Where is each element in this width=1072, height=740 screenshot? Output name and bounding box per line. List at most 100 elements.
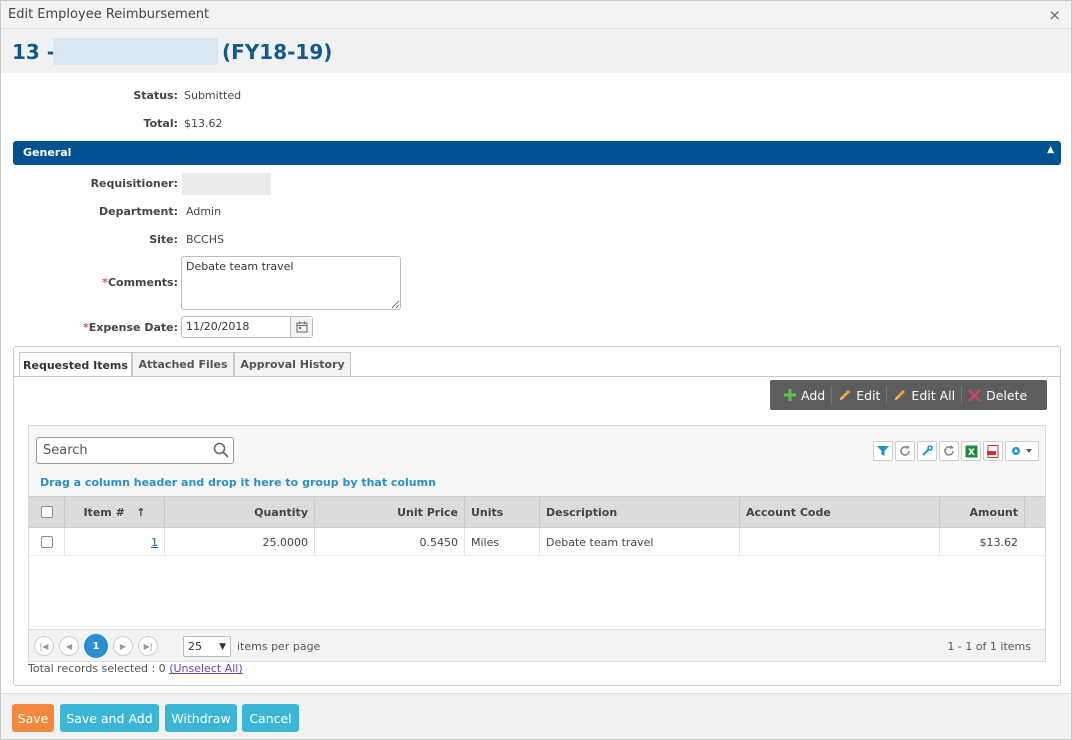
page-size-value: 25 bbox=[188, 640, 202, 653]
plus-icon bbox=[784, 389, 796, 401]
group-by-hint: Drag a column header and drop it here to… bbox=[40, 476, 436, 489]
total-label: Total: bbox=[143, 117, 178, 130]
grid-header: Item # ↑ Quantity Unit Price Units Descr… bbox=[29, 496, 1045, 528]
comments-field[interactable]: Debate team travel bbox=[181, 256, 401, 310]
grid-body-empty-area bbox=[29, 556, 1045, 629]
page-size-select[interactable]: 25 ▼ bbox=[183, 636, 231, 657]
column-units[interactable]: Units bbox=[464, 497, 539, 527]
total-row: Total: bbox=[1, 115, 178, 135]
next-page-icon[interactable]: ▶ bbox=[113, 636, 133, 656]
cell-amount: $13.62 bbox=[939, 528, 1024, 556]
gear-icon[interactable] bbox=[1005, 441, 1039, 461]
column-label: Item # bbox=[83, 505, 125, 519]
dialog-footer: Save Save and Add Withdraw Cancel bbox=[1, 693, 1071, 739]
cell-description: Debate team travel bbox=[539, 528, 739, 556]
site-value: BCCHS bbox=[186, 233, 224, 246]
cell-item-number: 1 bbox=[64, 528, 164, 556]
status-value: Submitted bbox=[184, 89, 242, 102]
comments-label-wrap: *Comments: bbox=[102, 276, 178, 289]
column-unit-price[interactable]: Unit Price bbox=[314, 497, 464, 527]
pencil-icon bbox=[895, 389, 906, 400]
pencil-icon bbox=[840, 389, 851, 400]
expense-date-label-wrap: *Expense Date: bbox=[83, 321, 178, 334]
cancel-button[interactable]: Cancel bbox=[242, 704, 299, 732]
column-description[interactable]: Description bbox=[539, 497, 739, 527]
grid-search bbox=[36, 437, 234, 464]
column-item-number[interactable]: Item # ↑ bbox=[64, 497, 164, 527]
select-all-checkbox-cell bbox=[29, 497, 64, 527]
column-quantity[interactable]: Quantity bbox=[164, 497, 314, 527]
delete-button[interactable]: Delete bbox=[962, 384, 1033, 406]
pdf-icon[interactable] bbox=[983, 441, 1003, 461]
select-all-checkbox[interactable] bbox=[40, 506, 53, 518]
cell-quantity: 25.0000 bbox=[164, 528, 314, 556]
tab-divider bbox=[14, 376, 1060, 377]
delete-x-icon bbox=[968, 388, 981, 402]
chevron-down-icon: ▼ bbox=[219, 641, 226, 652]
calendar-icon[interactable] bbox=[290, 317, 312, 337]
current-page-button[interactable]: 1 bbox=[84, 634, 108, 658]
excel-icon[interactable]: X bbox=[961, 441, 981, 461]
cell-account-code bbox=[739, 528, 939, 556]
department-value: Admin bbox=[186, 205, 222, 218]
search-icon[interactable] bbox=[213, 442, 229, 461]
items-tabs-panel: Requested Items Attached Files Approval … bbox=[13, 346, 1061, 686]
save-button[interactable]: Save bbox=[12, 704, 54, 732]
redacted-name bbox=[53, 38, 218, 65]
request-number: 13 - bbox=[12, 40, 56, 64]
column-scroll-spacer bbox=[1024, 497, 1045, 527]
filter-icon[interactable] bbox=[873, 441, 893, 461]
status-label: Status: bbox=[133, 89, 178, 102]
column-amount[interactable]: Amount bbox=[939, 497, 1024, 527]
refresh-icon[interactable] bbox=[895, 441, 915, 461]
edit-button[interactable]: Edit bbox=[832, 384, 886, 406]
refresh-icon[interactable] bbox=[939, 441, 959, 461]
grid-tools: X bbox=[873, 441, 1039, 461]
general-section-header[interactable]: General ▲ bbox=[13, 141, 1061, 165]
withdraw-button[interactable]: Withdraw bbox=[165, 704, 237, 732]
row-checkbox[interactable] bbox=[40, 536, 53, 548]
last-page-icon[interactable]: ▶| bbox=[138, 636, 158, 656]
sort-asc-icon: ↑ bbox=[136, 505, 146, 519]
per-page-label: items per page bbox=[237, 640, 321, 653]
collapse-caret-icon[interactable]: ▲ bbox=[1047, 145, 1054, 155]
search-input[interactable] bbox=[43, 443, 203, 458]
first-page-icon[interactable]: |◀ bbox=[34, 636, 54, 656]
expense-date-input[interactable] bbox=[186, 320, 286, 333]
save-and-add-button[interactable]: Save and Add bbox=[60, 704, 159, 732]
add-button[interactable]: Add bbox=[778, 384, 831, 406]
dialog-title: Edit Employee Reimbursement bbox=[8, 7, 210, 22]
selected-count: Total records selected : 0 bbox=[28, 662, 166, 675]
delete-label: Delete bbox=[986, 387, 1028, 403]
requisitioner-label: Requisitioner: bbox=[90, 177, 178, 190]
tab-approval-history[interactable]: Approval History bbox=[234, 352, 351, 376]
requisitioner-value-redacted bbox=[182, 173, 271, 195]
cell-unit-price: 0.5450 bbox=[314, 528, 464, 556]
tab-requested-items[interactable]: Requested Items bbox=[19, 352, 132, 377]
status-row: Status: bbox=[1, 87, 178, 107]
svg-text:X: X bbox=[968, 448, 975, 458]
prev-page-icon[interactable]: ◀ bbox=[59, 636, 79, 656]
add-label: Add bbox=[801, 387, 826, 403]
item-link[interactable]: 1 bbox=[151, 536, 158, 549]
general-section-title: General bbox=[23, 146, 72, 159]
site-row: Site: bbox=[1, 232, 178, 252]
edit-all-label: Edit All bbox=[911, 387, 956, 403]
comments-label: Comments: bbox=[107, 276, 178, 289]
expense-date-picker bbox=[181, 316, 313, 338]
unselect-all-link[interactable]: (Unselect All) bbox=[169, 662, 242, 675]
dialog-titlebar: Edit Employee Reimbursement × bbox=[1, 1, 1071, 29]
comments-row: *Comments: bbox=[1, 275, 178, 295]
column-account-code[interactable]: Account Code bbox=[739, 497, 939, 527]
department-label: Department: bbox=[99, 205, 178, 218]
expense-date-label: Expense Date: bbox=[88, 321, 178, 334]
site-label: Site: bbox=[149, 233, 178, 246]
expense-date-row: *Expense Date: bbox=[1, 320, 178, 340]
tab-attached-files[interactable]: Attached Files bbox=[132, 352, 234, 376]
wrench-icon[interactable] bbox=[917, 441, 937, 461]
close-icon[interactable]: × bbox=[1048, 6, 1061, 24]
edit-all-button[interactable]: Edit All bbox=[887, 384, 961, 406]
table-row[interactable]: 1 25.0000 0.5450 Miles Debate team trave… bbox=[29, 528, 1045, 556]
grid-action-toolbar: Add Edit Edit All Delete bbox=[770, 380, 1047, 410]
department-row: Department: bbox=[1, 204, 178, 224]
